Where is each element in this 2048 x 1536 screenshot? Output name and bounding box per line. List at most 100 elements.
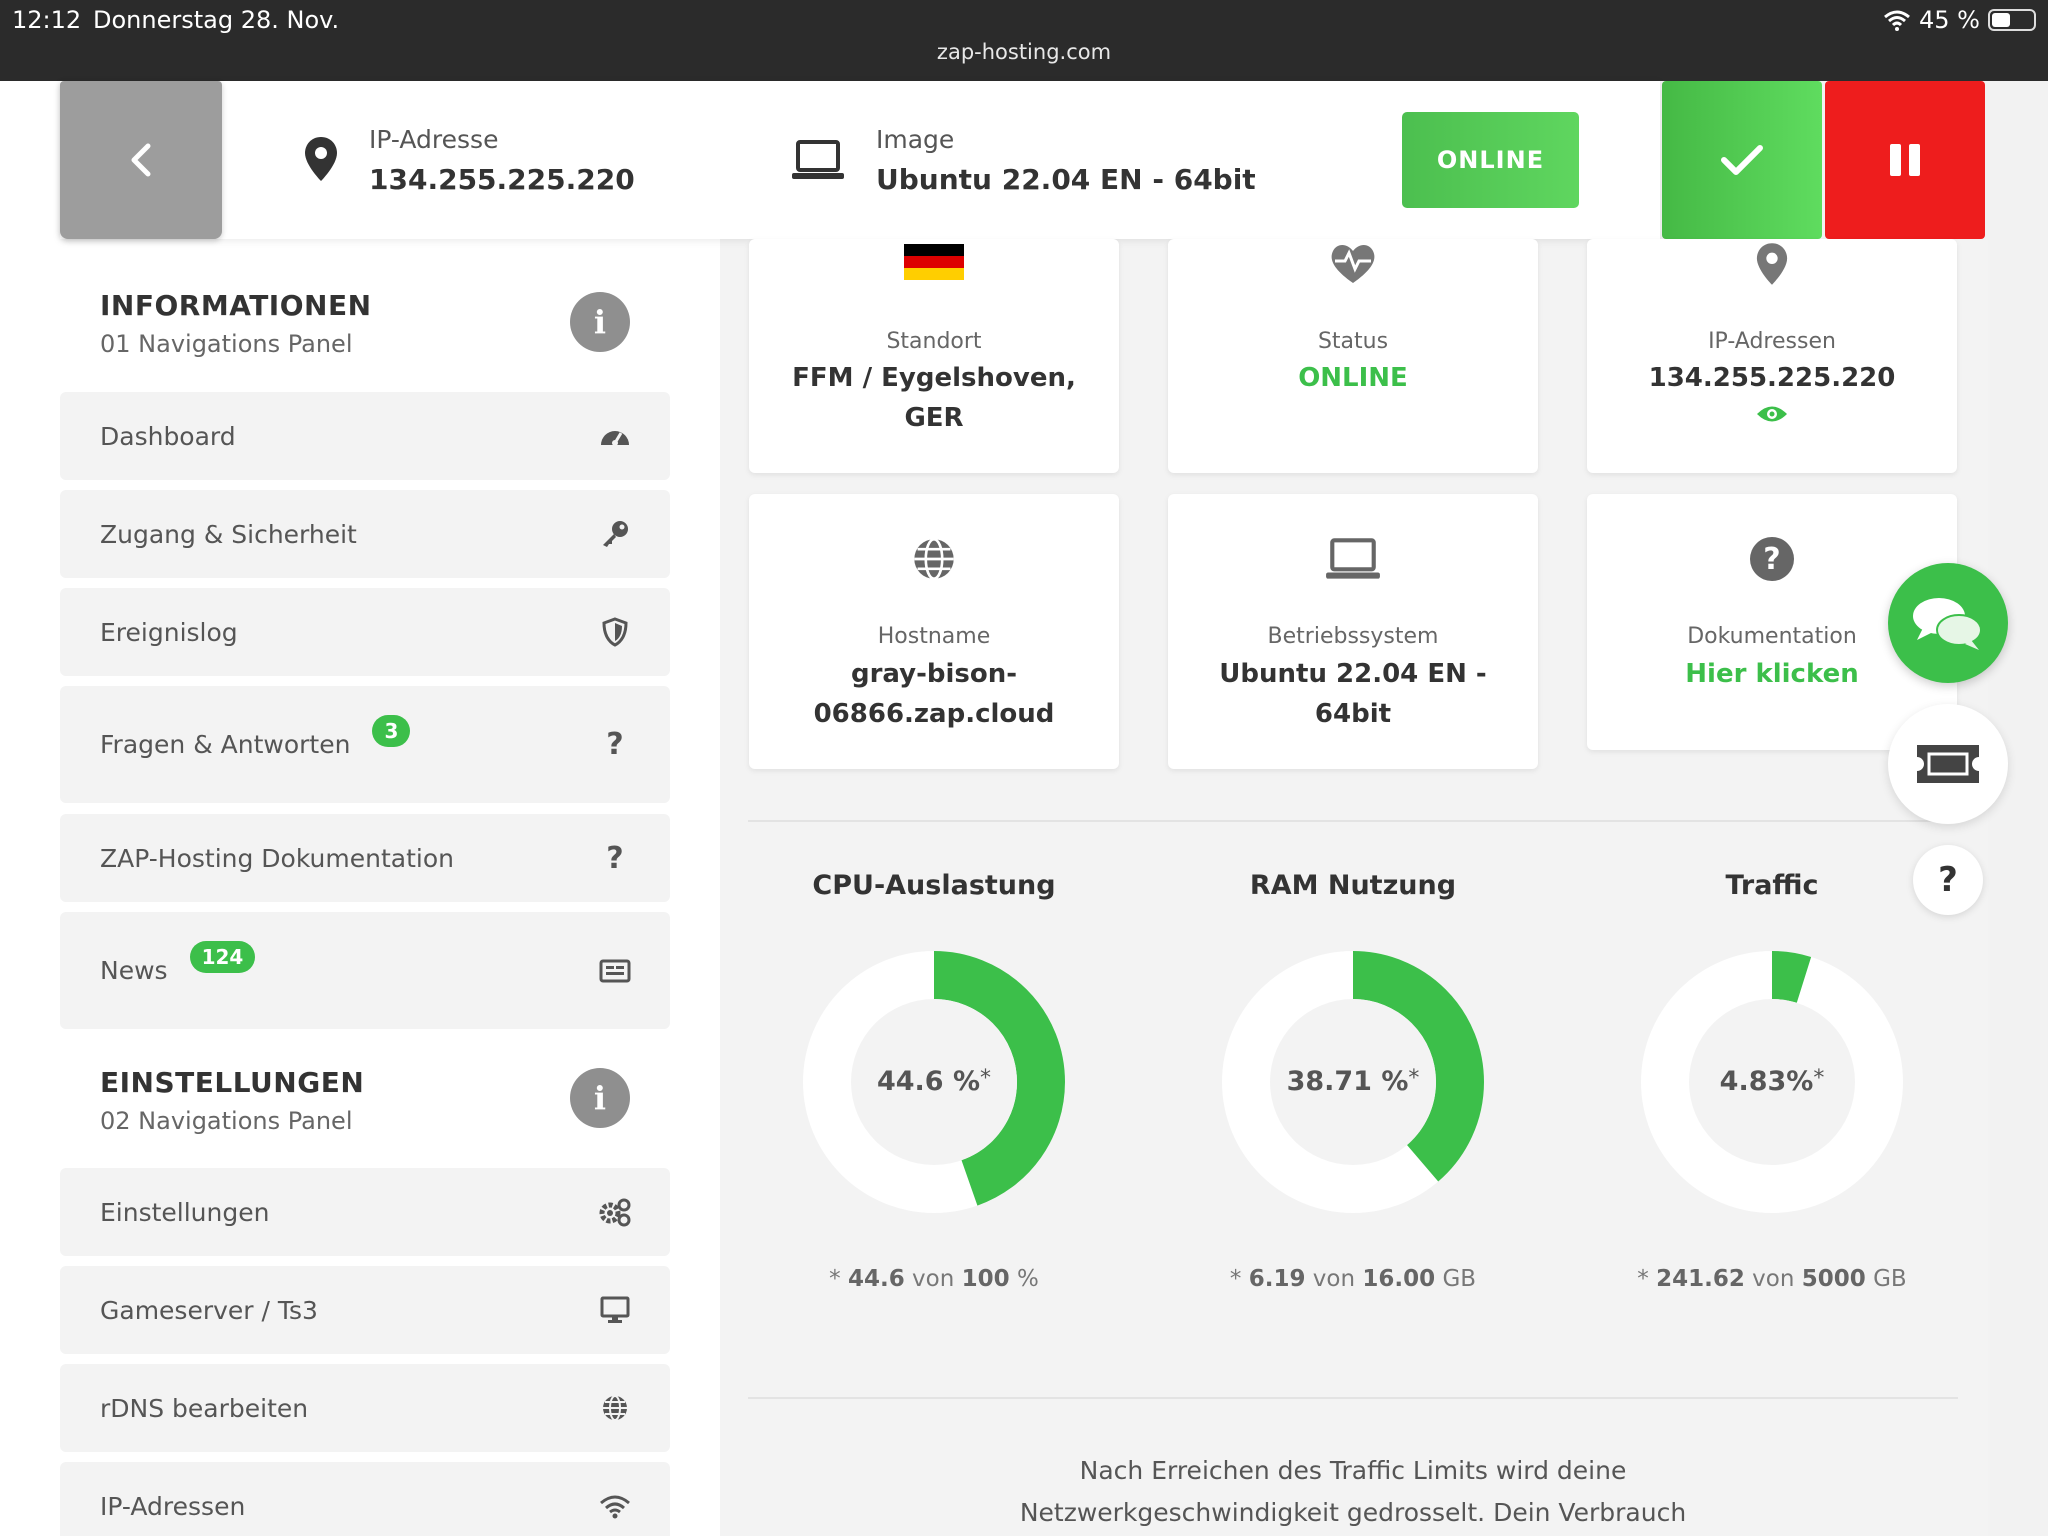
chat-icon	[1913, 598, 1982, 650]
wifi-icon	[598, 1489, 632, 1523]
back-button[interactable]	[60, 81, 222, 239]
clock: 12:12	[12, 6, 82, 34]
help-button[interactable]: ?	[1913, 845, 1983, 915]
card-value: 134.255.225.220	[1648, 363, 1896, 393]
sidebar-item-fragen[interactable]: Fragen & Antworten 3 ?	[60, 686, 670, 803]
globe-icon	[749, 536, 1119, 582]
card-label: Standort	[886, 329, 982, 354]
sidebar-item-label: ZAP-Hosting Dokumentation	[100, 843, 454, 873]
map-pin-icon	[1587, 241, 1957, 287]
sidebar-item-gameserver[interactable]: Gameserver / Ts3	[60, 1266, 670, 1354]
check-icon	[1721, 145, 1763, 175]
card-value: gray-bison-06866.zap.cloud	[813, 659, 1055, 729]
ip-value: 134.255.225.220	[369, 163, 635, 196]
newspaper-icon	[598, 954, 632, 988]
date: Donnerstag 28. Nov.	[93, 6, 340, 34]
chevron-left-icon	[131, 143, 151, 177]
sidebar-item-ereignislog[interactable]: Ereignislog	[60, 588, 670, 676]
online-status-button[interactable]: ONLINE	[1402, 112, 1579, 208]
eye-icon[interactable]	[1587, 403, 1957, 425]
question-icon: ?	[1938, 860, 1958, 900]
image-label: Image	[876, 125, 955, 154]
sidebar-item-label: Dashboard	[100, 421, 236, 451]
gauge-footnote: * 6.19 von 16.00 GB	[1229, 1266, 1477, 1292]
map-pin-icon	[305, 137, 337, 181]
sidebar-item-label: News	[100, 956, 168, 985]
section-subtitle: 02 Navigations Panel	[100, 1107, 353, 1135]
ticket-icon	[1917, 745, 1979, 783]
laptop-icon	[1168, 536, 1538, 582]
key-icon	[598, 517, 632, 551]
card-value: FFM / Eygelshoven, GER	[792, 363, 1076, 433]
question-circle-icon: ?	[1587, 536, 1957, 582]
speedometer-icon	[598, 419, 632, 453]
battery-percent: 45 %	[1919, 6, 1980, 34]
card-standort: Standort FFM / Eygelshoven, GER	[749, 239, 1119, 473]
card-label: Hostname	[877, 624, 991, 649]
sidebar-item-dashboard[interactable]: Dashboard	[60, 392, 670, 480]
stop-button[interactable]	[1825, 81, 1985, 239]
battery-icon	[1988, 9, 2036, 31]
address-bar-url[interactable]: zap-hosting.com	[0, 40, 2048, 64]
section-informationen: INFORMATIONEN 01 Navigations Panel	[100, 289, 372, 358]
gauge-value: 44.6 %*	[876, 1066, 992, 1097]
info-icon[interactable]: i	[570, 292, 630, 352]
wifi-icon	[1884, 10, 1910, 31]
sidebar-item-ip-adressen[interactable]: IP-Adressen	[60, 1462, 670, 1536]
divider	[748, 1397, 1958, 1399]
start-button[interactable]	[1662, 81, 1822, 239]
image-value: Ubuntu 22.04 EN - 64bit	[876, 163, 1256, 196]
heartbeat-icon	[1168, 241, 1538, 285]
question-icon: ?	[606, 727, 624, 762]
traffic-notice: Nach Erreichen des Traffic Limits wird d…	[748, 1450, 1958, 1534]
pause-icon	[1890, 144, 1920, 176]
traffic-notice-line: Nach Erreichen des Traffic Limits wird d…	[1079, 1456, 1627, 1485]
sidebar-item-zugang[interactable]: Zugang & Sicherheit	[60, 490, 670, 578]
ticket-button[interactable]	[1888, 704, 2008, 824]
card-value: ONLINE	[1298, 363, 1408, 393]
sidebar-item-label: Gameserver / Ts3	[100, 1295, 318, 1325]
section-title: INFORMATIONEN	[100, 289, 372, 322]
globe-icon	[598, 1391, 632, 1425]
sidebar-item-label: Ereignislog	[100, 617, 238, 647]
divider	[748, 820, 1958, 822]
browser-status-bar: 12:12 Donnerstag 28. Nov. zap-hosting.co…	[0, 0, 2048, 81]
sidebar-item-label: Zugang & Sicherheit	[100, 519, 357, 549]
card-value: Ubuntu 22.04 EN - 64bit	[1219, 659, 1487, 729]
sidebar-item-rdns[interactable]: rDNS bearbeiten	[60, 1364, 670, 1452]
chat-button[interactable]	[1888, 563, 2008, 683]
sidebar-item-label: rDNS bearbeiten	[100, 1393, 309, 1423]
sidebar-item-label: Fragen & Antworten	[100, 730, 351, 759]
card-label: Betriebssystem	[1267, 624, 1439, 649]
sidebar-item-label: IP-Adressen	[100, 1491, 246, 1521]
card-label: Status	[1317, 329, 1389, 354]
card-betriebssystem: Betriebssystem Ubuntu 22.04 EN - 64bit	[1168, 494, 1538, 769]
count-badge: 124	[189, 940, 256, 973]
section-title: EINSTELLUNGEN	[100, 1066, 365, 1099]
info-icon[interactable]: i	[570, 1068, 630, 1128]
card-ip-adressen: IP-Adressen 134.255.225.220	[1587, 239, 1957, 473]
card-status: Status ONLINE	[1168, 239, 1538, 473]
gauge-footnote: * 241.62 von 5000 GB	[1637, 1266, 1907, 1292]
section-einstellungen: EINSTELLUNGEN 02 Navigations Panel	[100, 1066, 364, 1135]
gauge-value: 4.83%*	[1719, 1066, 1825, 1097]
laptop-icon	[792, 140, 844, 179]
docs-link[interactable]: Hier klicken	[1607, 654, 1937, 694]
sidebar-item-einstellungen[interactable]: Einstellungen	[60, 1168, 670, 1256]
gauge-footnote: * 44.6 von 100 %	[829, 1266, 1039, 1292]
count-badge: 3	[372, 714, 411, 747]
section-subtitle: 01 Navigations Panel	[100, 330, 353, 358]
gauge-title: RAM Nutzung	[1249, 870, 1457, 901]
traffic-notice-line: Netzwerkgeschwindigkeit gedrosselt. Dein…	[1019, 1498, 1687, 1527]
shield-icon	[598, 615, 632, 649]
sidebar-item-label: Einstellungen	[100, 1197, 270, 1227]
german-flag-icon	[749, 244, 1119, 280]
svg-text:?: ?	[1763, 542, 1780, 577]
monitor-icon	[598, 1293, 632, 1327]
card-hostname: Hostname gray-bison-06866.zap.cloud	[749, 494, 1119, 769]
sidebar-item-news[interactable]: News 124	[60, 912, 670, 1029]
card-label: IP-Adressen	[1708, 329, 1836, 354]
gears-icon	[598, 1195, 632, 1229]
gauge-value: 38.71 %*	[1286, 1066, 1420, 1097]
sidebar-item-dokumentation[interactable]: ZAP-Hosting Dokumentation ?	[60, 814, 670, 902]
